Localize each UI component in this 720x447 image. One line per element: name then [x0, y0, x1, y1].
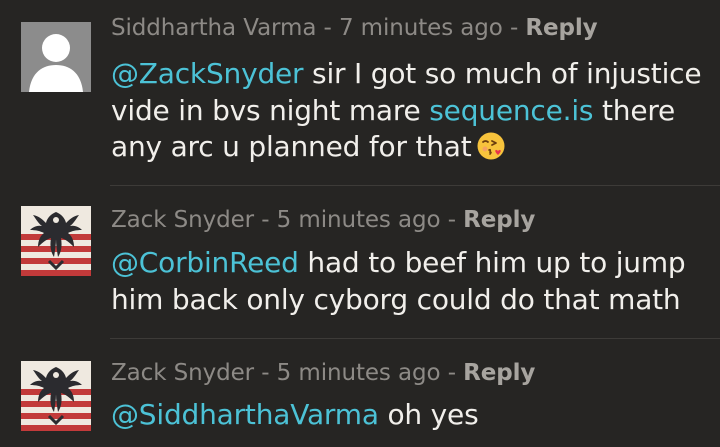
meta-separator: -	[254, 360, 277, 386]
avatar[interactable]	[21, 206, 91, 276]
comment-author[interactable]: Siddhartha Varma	[111, 15, 316, 41]
comment-author[interactable]: Zack Snyder	[111, 207, 254, 233]
meta-separator: -	[440, 360, 464, 386]
striped-flag-bird-avatar-icon	[21, 361, 91, 431]
avatar[interactable]	[21, 361, 91, 431]
mention-link[interactable]: @CorbinReed	[111, 246, 299, 279]
meta-separator: -	[502, 15, 526, 41]
avatar[interactable]	[21, 22, 91, 92]
comment-meta: Zack Snyder - 5 minutes ago - Reply	[111, 207, 535, 233]
comment-author[interactable]: Zack Snyder	[111, 360, 254, 386]
mention-link[interactable]: @SiddharthaVarma	[111, 398, 379, 431]
comment-timestamp[interactable]: 5 minutes ago	[277, 360, 441, 386]
reply-button[interactable]: Reply	[525, 15, 597, 41]
comment-timestamp[interactable]: 7 minutes ago	[339, 15, 503, 41]
meta-separator: -	[440, 207, 464, 233]
reply-button[interactable]: Reply	[463, 360, 535, 386]
default-user-silhouette-icon	[21, 22, 91, 92]
reply-button[interactable]: Reply	[463, 207, 535, 233]
striped-flag-bird-avatar-icon	[21, 206, 91, 276]
comment-feed: Siddhartha Varma - 7 minutes ago - Reply…	[0, 0, 720, 447]
meta-separator: -	[316, 15, 339, 41]
comment-meta: Siddhartha Varma - 7 minutes ago - Reply	[111, 15, 598, 41]
comment-timestamp[interactable]: 5 minutes ago	[277, 207, 441, 233]
url-link[interactable]: sequence.is	[429, 94, 593, 127]
comment-item: Zack Snyder - 5 minutes ago - Reply @Sid…	[0, 339, 720, 447]
comment-text: oh yes	[378, 398, 479, 431]
face-blowing-kiss-emoji-icon	[477, 132, 505, 160]
mention-link[interactable]: @ZackSnyder	[111, 57, 304, 90]
comment-body: @ZackSnyder sir I got so much of injusti…	[111, 56, 711, 166]
comment-body: @SiddharthaVarma oh yes	[111, 397, 711, 434]
comment-meta: Zack Snyder - 5 minutes ago - Reply	[111, 360, 535, 386]
comment-item: Zack Snyder - 5 minutes ago - Reply @Cor…	[0, 186, 720, 338]
comment-item: Siddhartha Varma - 7 minutes ago - Reply…	[0, 0, 720, 185]
comment-body: @CorbinReed had to beef him up to jump h…	[111, 245, 711, 318]
meta-separator: -	[254, 207, 277, 233]
